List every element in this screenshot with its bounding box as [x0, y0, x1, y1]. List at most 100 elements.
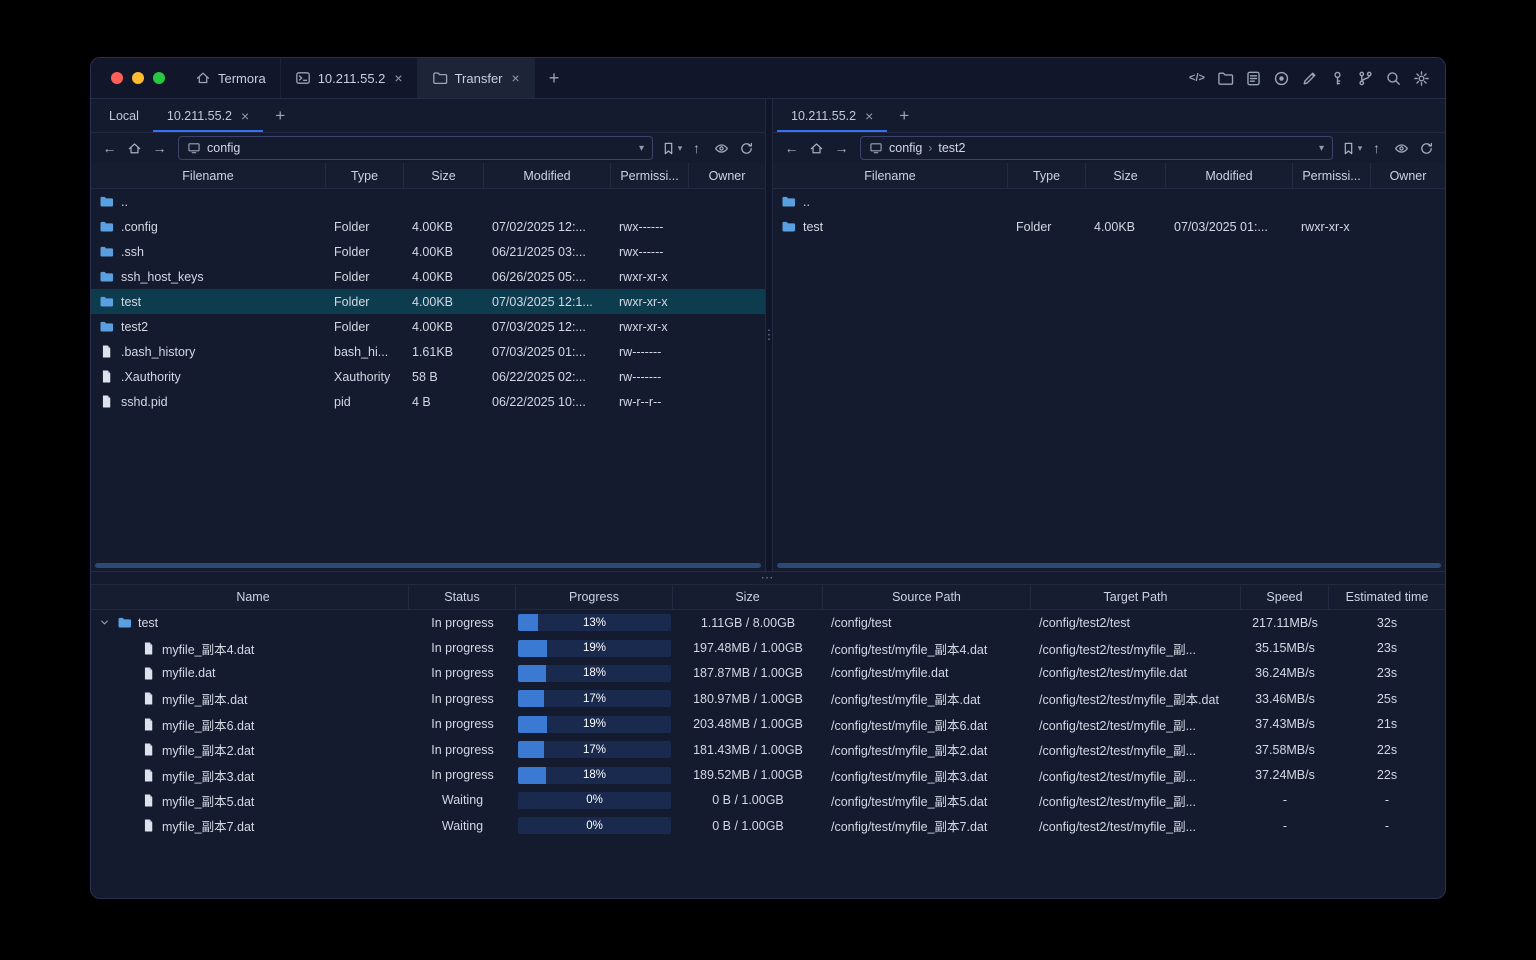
panel-tab[interactable]: 10.211.55.2 ×: [777, 99, 888, 132]
chevron-down-icon[interactable]: ▾: [639, 143, 644, 154]
file-size-cell: 4.00KB: [412, 294, 454, 309]
forward-button[interactable]: →: [148, 137, 171, 160]
column-header-size[interactable]: Size: [673, 585, 823, 609]
transfer-status-cell: In progress: [431, 666, 494, 681]
file-row[interactable]: ..: [773, 189, 1445, 214]
add-panel-tab-button[interactable]: +: [887, 99, 921, 132]
transfer-row[interactable]: myfile_副本2.dat In progress 17% 181.43MB …: [91, 737, 1445, 762]
record-icon[interactable]: [1271, 68, 1291, 88]
file-row[interactable]: .ssh Folder 4.00KB 06/21/2025 03:... rwx…: [91, 239, 765, 264]
transfer-row[interactable]: myfile_副本3.dat In progress 18% 189.52MB …: [91, 762, 1445, 787]
file-type-icon: [141, 818, 156, 833]
refresh-button[interactable]: [1415, 137, 1438, 160]
close-window-button[interactable]: [111, 72, 123, 84]
file-row[interactable]: test Folder 4.00KB 07/03/2025 01:... rwx…: [773, 214, 1445, 239]
column-header-filename[interactable]: Filename: [773, 163, 1008, 188]
home-button[interactable]: [123, 137, 146, 160]
column-header-size[interactable]: Size: [1086, 163, 1166, 188]
path-breadcrumb[interactable]: › config › test2 ▾: [860, 136, 1333, 160]
file-icon: [102, 345, 111, 358]
file-row[interactable]: test2 Folder 4.00KB 07/03/2025 12:... rw…: [91, 314, 765, 339]
file-permissions-cell: [1293, 189, 1371, 214]
code-icon[interactable]: </>: [1187, 68, 1207, 88]
column-header-owner[interactable]: Owner: [1371, 163, 1445, 188]
transfer-row[interactable]: test In progress 13% 1.11GB / 8.00GB /co…: [91, 610, 1445, 635]
close-tab-icon[interactable]: ×: [865, 109, 873, 123]
column-header-modified[interactable]: Modified: [1166, 163, 1293, 188]
transfer-row[interactable]: myfile_副本4.dat In progress 19% 197.48MB …: [91, 635, 1445, 660]
column-header-estimated-time[interactable]: Estimated time: [1329, 585, 1445, 609]
panel-tab[interactable]: Local ×: [95, 99, 153, 132]
log-icon[interactable]: [1243, 68, 1263, 88]
column-header-speed[interactable]: Speed: [1241, 585, 1329, 609]
show-hidden-button[interactable]: [1390, 137, 1413, 160]
column-header-type[interactable]: Type: [1008, 163, 1086, 188]
new-tab-button[interactable]: +: [535, 58, 574, 98]
file-row[interactable]: ..: [91, 189, 765, 214]
add-panel-tab-button[interactable]: +: [263, 99, 297, 132]
column-header-source-path[interactable]: Source Path: [823, 585, 1031, 609]
file-row[interactable]: .Xauthority Xauthority 58 B 06/22/2025 0…: [91, 364, 765, 389]
app-tab[interactable]: 10.211.55.2 ×: [281, 58, 418, 98]
panel-splitter[interactable]: ⋮: [763, 99, 776, 571]
breadcrumb-segment[interactable]: config: [207, 141, 240, 155]
back-button[interactable]: ←: [98, 137, 121, 160]
folder-icon[interactable]: [1215, 68, 1235, 88]
column-header-progress[interactable]: Progress: [516, 585, 673, 609]
back-button[interactable]: ←: [780, 137, 803, 160]
file-row[interactable]: test Folder 4.00KB 07/03/2025 12:1... rw…: [91, 289, 765, 314]
transfer-row[interactable]: myfile_副本5.dat Waiting 0% 0 B / 1.00GB /…: [91, 788, 1445, 813]
file-row[interactable]: .bash_history bash_hi... 1.61KB 07/03/20…: [91, 339, 765, 364]
app-tab[interactable]: Transfer ×: [417, 58, 535, 98]
upload-button[interactable]: ↑: [1365, 137, 1388, 160]
transfer-eta-cell: 32s: [1376, 615, 1398, 630]
branch-icon[interactable]: [1355, 68, 1375, 88]
breadcrumb-segment[interactable]: config: [889, 141, 922, 155]
horizontal-scrollbar[interactable]: [777, 563, 1441, 568]
chevron-down-icon[interactable]: ▾: [1319, 143, 1324, 154]
zoom-window-button[interactable]: [153, 72, 165, 84]
file-row[interactable]: sshd.pid pid 4 B 06/22/2025 10:... rw-r-…: [91, 389, 765, 414]
file-row[interactable]: .config Folder 4.00KB 07/02/2025 12:... …: [91, 214, 765, 239]
show-hidden-button[interactable]: [710, 137, 733, 160]
upload-button[interactable]: ↑: [685, 137, 708, 160]
close-tab-icon[interactable]: ×: [241, 109, 249, 123]
close-tab-icon[interactable]: ×: [394, 71, 402, 85]
minimize-window-button[interactable]: [132, 72, 144, 84]
expand-collapse-icon[interactable]: [98, 616, 111, 629]
refresh-button[interactable]: [735, 137, 758, 160]
file-row[interactable]: ssh_host_keys Folder 4.00KB 06/26/2025 0…: [91, 264, 765, 289]
file-size-cell: 4.00KB: [412, 244, 454, 259]
forward-button[interactable]: →: [830, 137, 853, 160]
app-tab[interactable]: Termora ×: [181, 58, 281, 98]
column-header-size[interactable]: Size: [404, 163, 484, 188]
transfer-splitter[interactable]: ⋯: [91, 570, 1445, 585]
column-header-permissions[interactable]: Permissi...: [1293, 163, 1371, 188]
progress-percent-label: 18%: [582, 667, 607, 680]
column-header-status[interactable]: Status: [409, 585, 516, 609]
transfer-row[interactable]: myfile_副本6.dat In progress 19% 203.48MB …: [91, 712, 1445, 737]
transfer-row[interactable]: myfile_副本7.dat Waiting 0% 0 B / 1.00GB /…: [91, 813, 1445, 838]
column-header-target-path[interactable]: Target Path: [1031, 585, 1241, 609]
search-icon[interactable]: [1383, 68, 1403, 88]
bookmark-button[interactable]: ▾: [1340, 137, 1363, 160]
column-header-name[interactable]: Name: [91, 585, 409, 609]
transfer-row[interactable]: myfile.dat In progress 18% 187.87MB / 1.…: [91, 661, 1445, 686]
home-button[interactable]: [805, 137, 828, 160]
close-tab-icon[interactable]: ×: [512, 71, 520, 85]
horizontal-scrollbar[interactable]: [95, 563, 761, 568]
path-breadcrumb[interactable]: › config ▾: [178, 136, 653, 160]
transfer-progress-cell: 0%: [516, 788, 673, 813]
bookmark-button[interactable]: ▾: [660, 137, 683, 160]
transfer-row[interactable]: myfile_副本.dat In progress 17% 180.97MB /…: [91, 686, 1445, 711]
column-header-type[interactable]: Type: [326, 163, 404, 188]
column-header-filename[interactable]: Filename: [91, 163, 326, 188]
column-header-modified[interactable]: Modified: [484, 163, 611, 188]
edit-icon[interactable]: [1299, 68, 1319, 88]
breadcrumb-segment[interactable]: test2: [938, 141, 965, 155]
panel-tab[interactable]: 10.211.55.2 ×: [152, 99, 264, 132]
column-header-owner[interactable]: Owner: [689, 163, 765, 188]
settings-icon[interactable]: [1411, 68, 1431, 88]
column-header-permissions[interactable]: Permissi...: [611, 163, 689, 188]
key-icon[interactable]: [1327, 68, 1347, 88]
